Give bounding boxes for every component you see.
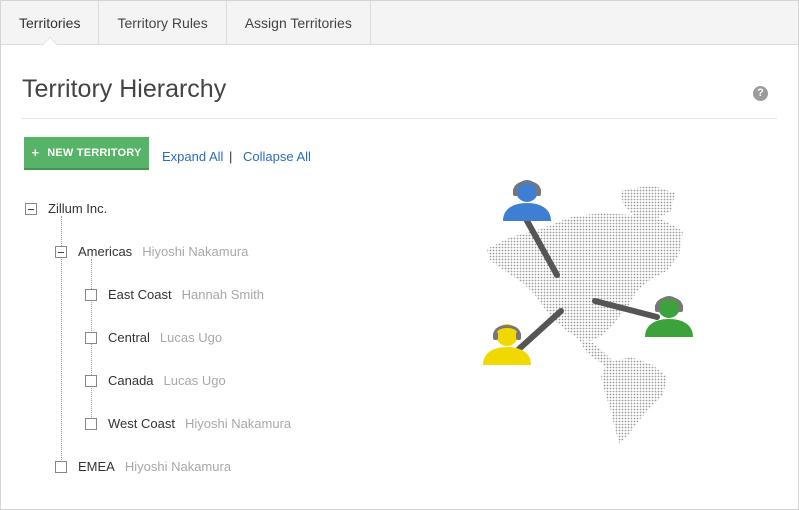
tab-label: Territory Rules	[117, 14, 208, 31]
territory-name: Central	[108, 330, 150, 345]
connector-line	[516, 308, 564, 352]
tree-node-zillum[interactable]: Zillum Inc.	[25, 201, 107, 216]
territory-illustration	[483, 180, 693, 443]
territory-name: East Coast	[108, 287, 172, 302]
territory-name: EMEA	[78, 459, 115, 474]
tree-node-emea[interactable]: EMEA Hiyoshi Nakamura	[55, 459, 231, 474]
tree-node-east-coast[interactable]: East Coast Hannah Smith	[85, 287, 264, 302]
tab-bar: Territories Territory Rules Assign Terri…	[1, 1, 798, 45]
tree-node-west-coast[interactable]: West Coast Hiyoshi Nakamura	[85, 416, 291, 431]
territory-name: Americas	[78, 244, 133, 259]
tree-node-canada[interactable]: Canada Lucas Ugo	[85, 373, 226, 388]
plus-icon: +	[31, 145, 40, 160]
tab-label: Territories	[19, 14, 81, 31]
tree-node-central[interactable]: Central Lucas Ugo	[85, 330, 222, 345]
leaf-node-icon	[85, 374, 97, 387]
link-separator: |	[229, 149, 233, 164]
headset-agent-icon	[503, 180, 551, 221]
leaf-node-icon	[85, 331, 97, 344]
territory-owner: Hiyoshi Nakamura	[184, 416, 292, 431]
territory-owner: Lucas Ugo	[159, 330, 223, 345]
territory-panel: Territories Territory Rules Assign Terri…	[0, 0, 799, 510]
collapse-toggle-icon[interactable]	[25, 202, 37, 215]
question-mark-icon[interactable]: ?	[753, 86, 768, 101]
expand-all-link[interactable]: Expand All	[162, 149, 223, 164]
territory-name: West Coast	[108, 416, 175, 431]
territory-name: Canada	[108, 373, 154, 388]
tab-territories[interactable]: Territories	[1, 1, 100, 45]
territory-owner: Lucas Ugo	[163, 373, 226, 388]
territory-name: Zillum Inc.	[48, 201, 108, 216]
header-divider	[22, 118, 777, 119]
new-territory-button[interactable]: + NEW TERRITORY	[24, 137, 149, 170]
territory-owner: Hiyoshi Nakamura	[142, 244, 249, 259]
tab-label: Assign Territories	[244, 14, 352, 31]
tab-territory-rules[interactable]: Territory Rules	[99, 1, 227, 44]
expand-toggle-icon[interactable]	[55, 460, 67, 473]
territory-owner: Hiyoshi Nakamura	[124, 459, 232, 474]
new-territory-label: NEW TERRITORY	[47, 146, 142, 159]
leaf-node-icon	[85, 417, 97, 430]
leaf-node-icon	[85, 288, 97, 301]
page-title: Territory Hierarchy	[22, 75, 227, 103]
tab-assign-territories[interactable]: Assign Territories	[227, 1, 371, 44]
collapse-all-link[interactable]: Collapse All	[243, 149, 311, 164]
territory-owner: Hannah Smith	[181, 287, 264, 302]
tree-node-americas[interactable]: Americas Hiyoshi Nakamura	[55, 244, 248, 259]
collapse-toggle-icon[interactable]	[55, 245, 67, 258]
